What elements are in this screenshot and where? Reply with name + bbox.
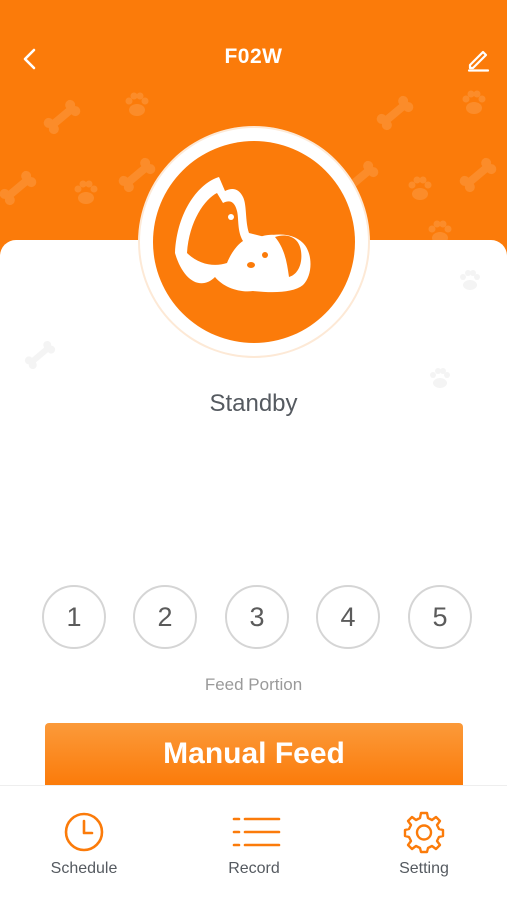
portion-option-5[interactable]: 5	[408, 585, 472, 649]
portion-option-4[interactable]: 4	[316, 585, 380, 649]
tab-record-label: Record	[228, 860, 280, 877]
tab-setting-label: Setting	[399, 860, 449, 877]
device-status: Standby	[209, 390, 298, 417]
clock-icon	[64, 812, 104, 852]
tab-schedule-label: Schedule	[50, 860, 118, 877]
manual-feed-button[interactable]: Manual Feed	[45, 723, 463, 785]
edit-button[interactable]	[461, 42, 495, 76]
portion-option-1[interactable]: 1	[42, 585, 106, 649]
device-logo	[153, 141, 355, 343]
navigation-bar: F02W	[0, 40, 507, 80]
cat-and-dog-logo	[175, 177, 311, 293]
page-title: F02W	[224, 45, 283, 68]
tab-record[interactable]: Record	[184, 786, 324, 900]
gear-icon	[403, 811, 445, 854]
portion-option-2[interactable]: 2	[133, 585, 197, 649]
bottom-tab-bar: Schedule Record Setting	[0, 785, 507, 900]
portion-selector: 1 2 3 4 5	[0, 585, 507, 651]
pencil-icon	[467, 50, 490, 72]
tab-setting[interactable]: Setting	[354, 786, 494, 900]
tab-schedule[interactable]: Schedule	[14, 786, 154, 900]
list-icon	[232, 817, 281, 847]
portion-option-3[interactable]: 3	[225, 585, 289, 649]
feed-portion-label: Feed Portion	[204, 675, 303, 694]
